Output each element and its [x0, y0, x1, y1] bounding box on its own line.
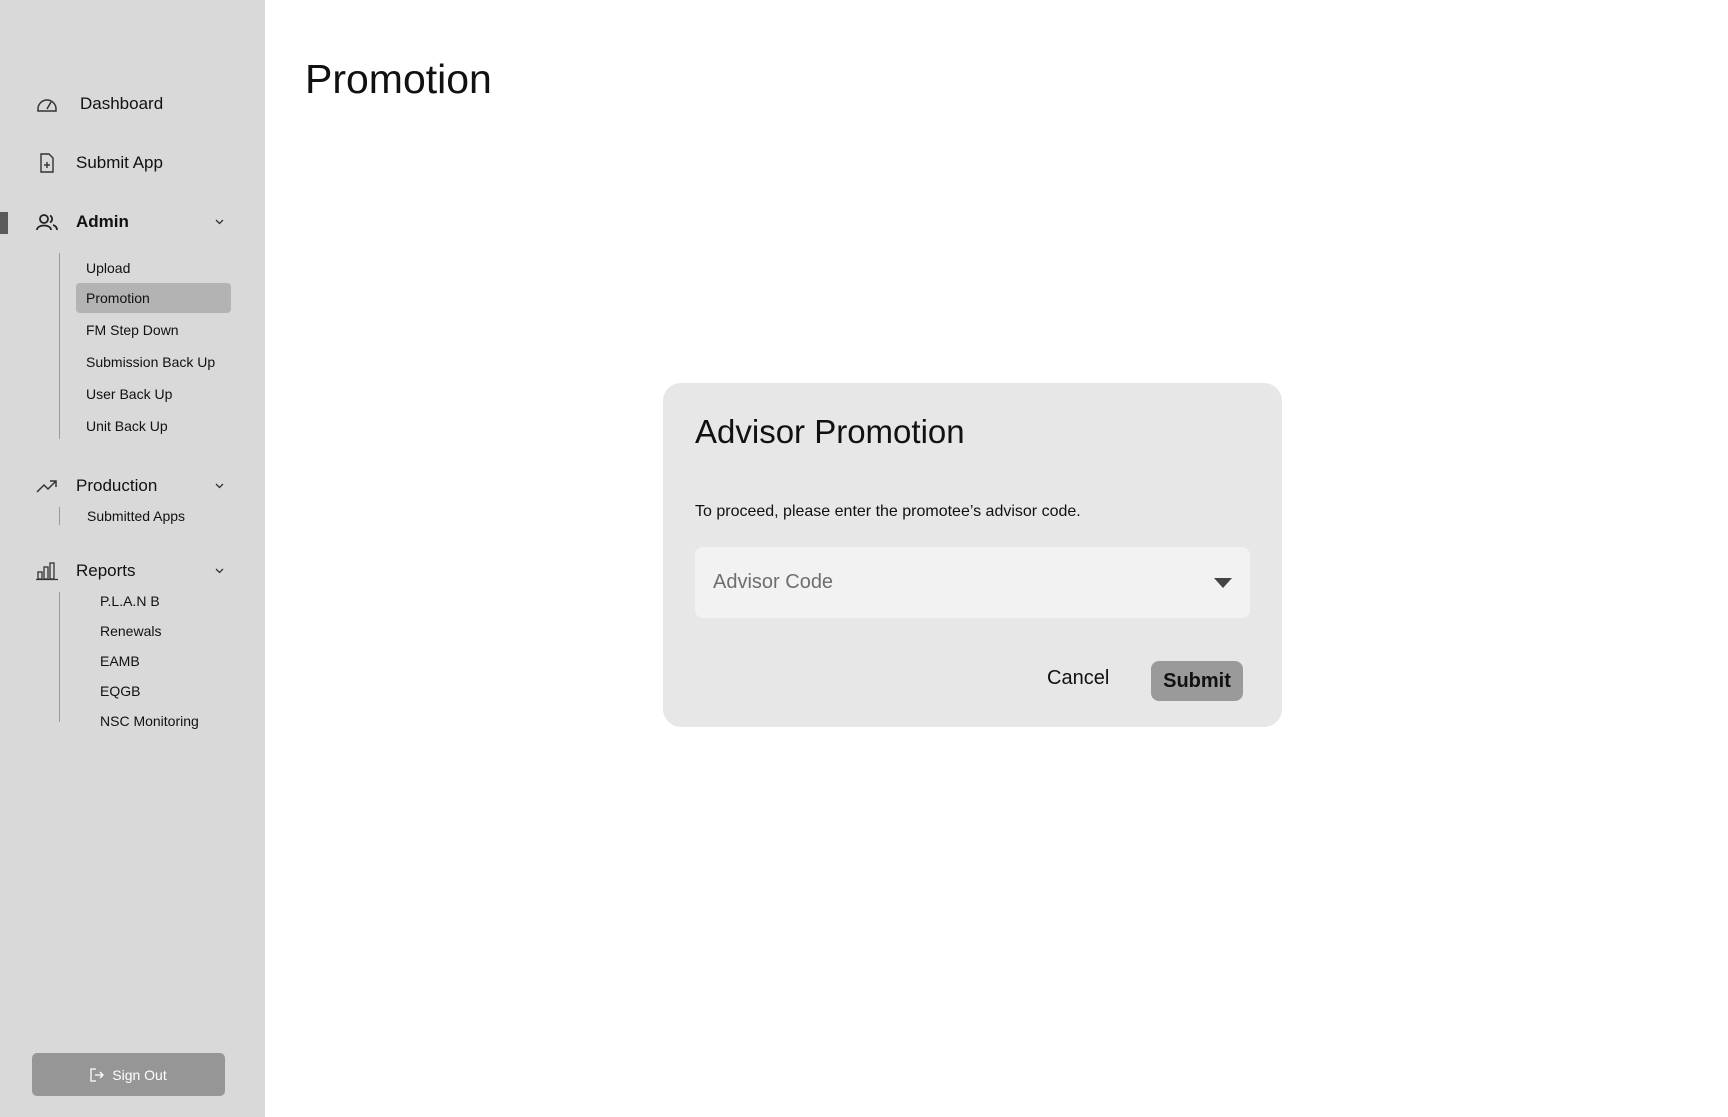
- nav-submit-app-label: Submit App: [76, 153, 163, 172]
- nav-reports-label: Reports: [76, 561, 136, 580]
- advisor-code-select[interactable]: Advisor Code: [695, 547, 1250, 618]
- sub-item-eamb[interactable]: EAMB: [90, 646, 240, 676]
- sub-item-fm-step-down[interactable]: FM Step Down: [76, 315, 236, 345]
- nav-dashboard[interactable]: Dashboard: [0, 86, 265, 122]
- dashboard-gauge-icon: [37, 99, 57, 112]
- page-title: Promotion: [305, 56, 492, 102]
- caret-down-icon: [1214, 578, 1232, 588]
- sub-item-user-back-up[interactable]: User Back Up: [76, 379, 236, 409]
- sub-item-upload[interactable]: Upload: [76, 253, 231, 283]
- nav-submit-app[interactable]: Submit App: [0, 145, 265, 181]
- nav-admin-label: Admin: [76, 212, 129, 231]
- sub-item-promotion[interactable]: Promotion: [76, 283, 231, 313]
- sub-item-submitted-apps[interactable]: Submitted Apps: [77, 501, 247, 531]
- cancel-button[interactable]: Cancel: [1047, 663, 1109, 693]
- chevron-down-icon[interactable]: [214, 480, 225, 491]
- sub-item-renewals[interactable]: Renewals: [90, 616, 240, 646]
- nav-dashboard-label: Dashboard: [80, 94, 164, 113]
- production-subgroup-line: [59, 507, 60, 525]
- bar-chart-icon: [36, 562, 58, 581]
- nav-production[interactable]: Production: [0, 468, 265, 504]
- sign-out-button[interactable]: Sign Out: [32, 1053, 225, 1096]
- sub-item-plan-b[interactable]: P.L.A.N B: [90, 586, 240, 616]
- file-plus-icon: [40, 153, 54, 173]
- nav-admin[interactable]: Admin: [0, 204, 265, 240]
- trending-up-icon: [36, 480, 57, 493]
- sub-item-nsc-monitoring[interactable]: NSC Monitoring: [90, 706, 250, 736]
- sign-out-label: Sign Out: [112, 1066, 167, 1083]
- chevron-down-icon[interactable]: [214, 216, 225, 227]
- nav-production-label: Production: [76, 476, 158, 495]
- nav-reports[interactable]: Reports: [0, 553, 265, 589]
- advisor-promotion-dialog: Advisor Promotion To proceed, please ent…: [663, 383, 1282, 727]
- advisor-code-placeholder: Advisor Code: [713, 571, 834, 593]
- submit-button[interactable]: Submit: [1151, 661, 1243, 701]
- sub-item-submission-back-up[interactable]: Submission Back Up: [76, 347, 256, 377]
- reports-subgroup-line: [59, 592, 60, 722]
- chevron-down-icon[interactable]: [214, 565, 225, 576]
- users-icon: [36, 214, 58, 231]
- sidebar: Dashboard Submit App Admin Upload Promot…: [0, 0, 265, 1117]
- sign-out-icon: [90, 1067, 105, 1082]
- sub-item-unit-back-up[interactable]: Unit Back Up: [76, 411, 236, 441]
- dialog-title: Advisor Promotion: [695, 413, 965, 450]
- sub-item-eqgb[interactable]: EQGB: [90, 676, 240, 706]
- admin-subgroup-line: [59, 253, 60, 439]
- dialog-instruction: To proceed, please enter the promotee’s …: [695, 503, 1081, 520]
